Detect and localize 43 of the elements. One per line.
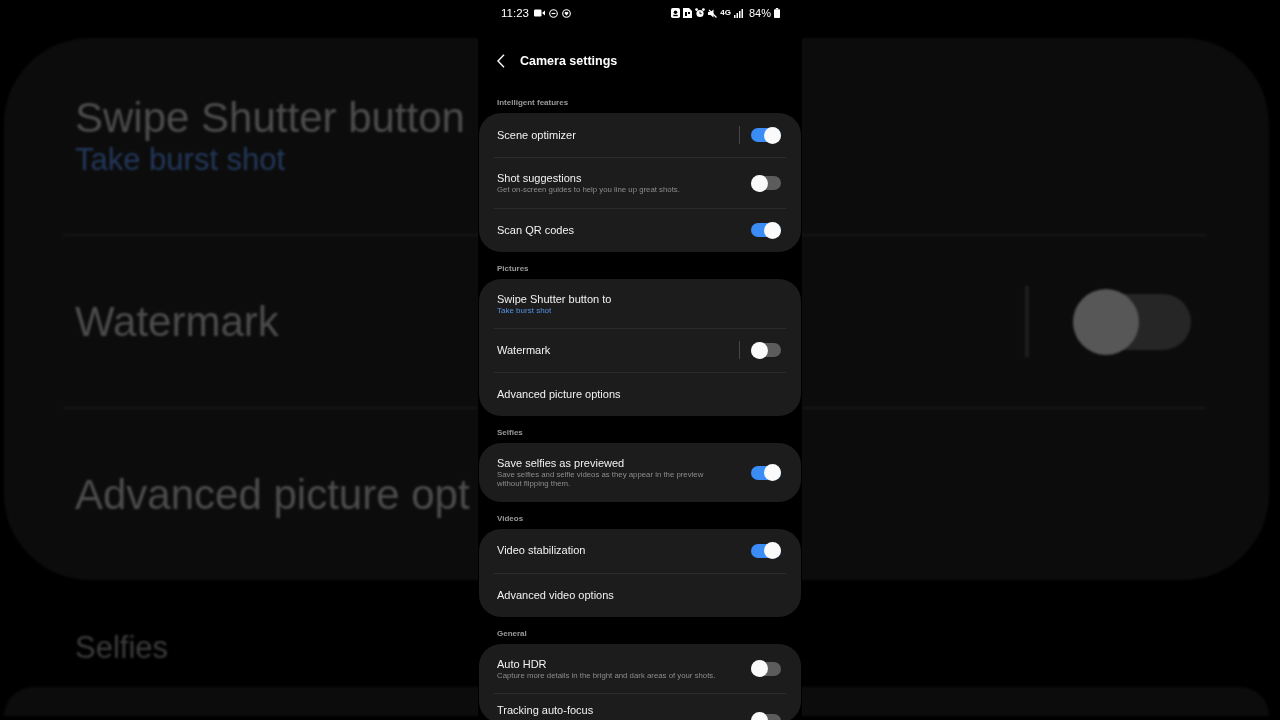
setting-value: Take burst shot — [75, 142, 286, 178]
setting-title[interactable]: Scan QR codes — [497, 223, 575, 237]
setting-title[interactable]: Watermark — [497, 343, 551, 357]
toggle-switch[interactable] — [751, 221, 781, 239]
setting-title: Advanced picture opt — [75, 470, 470, 519]
document-icon — [683, 8, 693, 18]
section-header: Videos — [496, 512, 525, 525]
setting-title[interactable]: Shot suggestions — [497, 172, 582, 185]
setting-title[interactable]: Tracking auto-focus — [497, 704, 594, 717]
video-camera-icon — [533, 9, 545, 17]
setting-title[interactable]: Auto HDR — [497, 657, 547, 671]
status-time: 11:23 — [501, 6, 529, 20]
setting-title: Watermark — [75, 297, 279, 346]
setting-title[interactable]: Save selfies as previewed — [497, 456, 625, 470]
setting-value: Take burst shot — [497, 305, 552, 315]
section-header: General — [496, 627, 528, 640]
battery-level: 84% — [748, 6, 771, 20]
heart-circle-icon — [561, 8, 571, 18]
setting-title: Swipe Shutter button — [75, 94, 465, 142]
screen-title: Camera settings — [520, 54, 618, 68]
setting-title[interactable]: Swipe Shutter button to — [497, 292, 612, 306]
network-type: 4G — [720, 9, 731, 17]
section-header: Pictures — [496, 262, 530, 275]
setting-title[interactable]: Advanced video options — [497, 588, 614, 602]
toggle-switch[interactable] — [751, 660, 781, 678]
toggle-switch[interactable] — [751, 341, 781, 359]
toggle-switch[interactable] — [751, 464, 781, 481]
setting-title[interactable]: Scene optimizer — [497, 128, 576, 142]
rounded-square-icon — [671, 8, 681, 18]
toggle-switch[interactable] — [751, 126, 781, 144]
setting-title[interactable]: Advanced picture options — [497, 387, 621, 401]
toggle-switch[interactable] — [751, 174, 781, 192]
back-button[interactable] — [497, 54, 505, 68]
section-header: Selfies — [496, 426, 524, 439]
section-header: Intelligent features — [496, 97, 570, 109]
setting-title[interactable]: Video stabilization — [497, 544, 586, 557]
battery-icon — [774, 8, 780, 18]
toggle-switch[interactable] — [751, 542, 781, 559]
signal-icon — [733, 8, 743, 18]
alarm-clock-icon — [695, 8, 706, 18]
back-icon — [497, 54, 505, 68]
do-not-disturb-icon — [548, 8, 558, 18]
mute-icon — [708, 8, 718, 18]
